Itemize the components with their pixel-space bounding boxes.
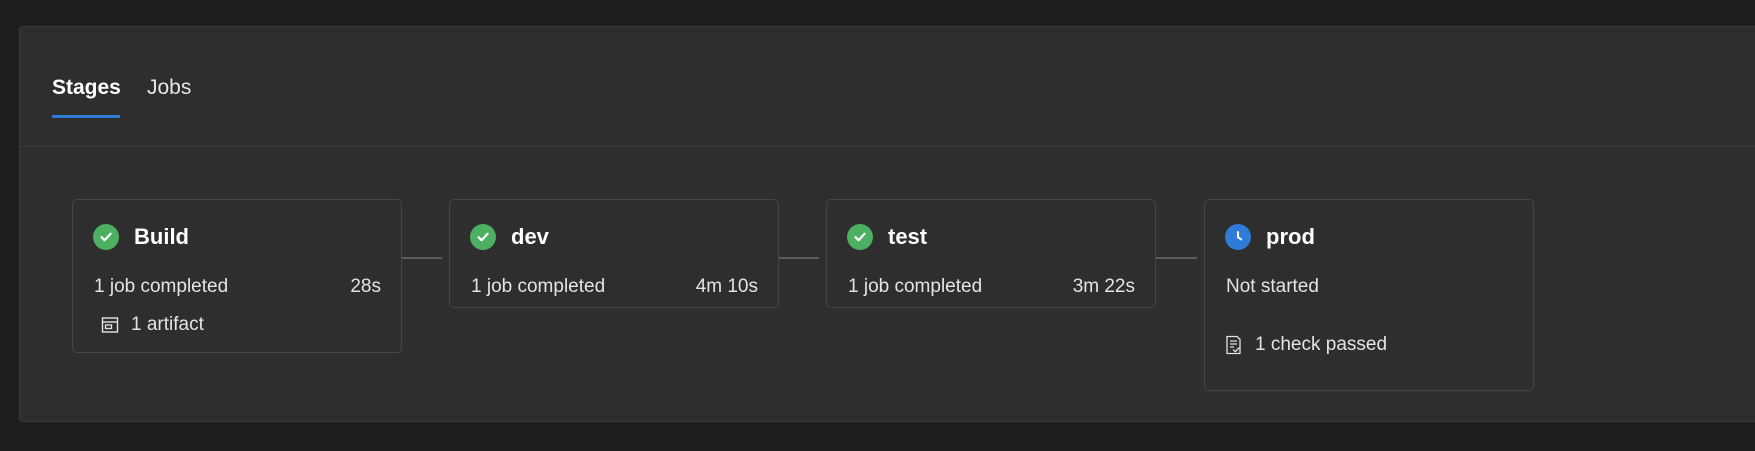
stage-status: 1 job completed [94, 276, 229, 297]
artifact-icon [101, 317, 119, 333]
check-circle-icon [847, 224, 873, 250]
stage-status: 1 job completed [471, 276, 606, 297]
pipeline-panel: Stages Jobs Build 1 job completed 28s 1 … [19, 26, 1755, 422]
stage-name: dev [511, 224, 549, 249]
stage-header: test [847, 224, 927, 250]
stage-duration: 28s [350, 276, 381, 297]
stage-status: Not started [1226, 276, 1319, 297]
artifact-label: 1 artifact [131, 314, 204, 335]
stage-connector [396, 257, 442, 259]
tab-selected-indicator [52, 115, 120, 118]
check-circle-icon [93, 224, 119, 250]
stage-name: test [888, 224, 928, 249]
stage-duration: 3m 22s [1072, 276, 1135, 297]
check-circle-icon [470, 224, 496, 250]
stage-name: Build [134, 224, 189, 249]
artifact-link[interactable]: 1 artifact [101, 314, 204, 336]
stage-header: dev [470, 224, 549, 250]
stage-header: Build [93, 224, 189, 250]
stage-header: prod [1225, 224, 1315, 250]
stage-connector [773, 257, 819, 259]
checklist-icon [1226, 335, 1241, 355]
tab-bar: Stages Jobs [20, 27, 1755, 147]
checks-label: 1 check passed [1255, 334, 1388, 355]
stage-status: 1 job completed [848, 276, 983, 297]
tab-stages[interactable]: Stages [52, 75, 121, 101]
stage-connector [1150, 257, 1197, 259]
stage-card-test[interactable]: test 1 job completed 3m 22s [826, 199, 1156, 308]
stage-card-dev[interactable]: dev 1 job completed 4m 10s [449, 199, 779, 308]
stage-card-build[interactable]: Build 1 job completed 28s 1 artifact [72, 199, 402, 353]
clock-icon [1225, 224, 1251, 250]
checks-link[interactable]: 1 check passed [1225, 334, 1387, 356]
stage-name: prod [1266, 224, 1315, 249]
stage-card-prod[interactable]: prod Not started 1 check passed [1204, 199, 1534, 391]
stage-duration: 4m 10s [695, 276, 758, 297]
tab-jobs[interactable]: Jobs [147, 75, 191, 101]
